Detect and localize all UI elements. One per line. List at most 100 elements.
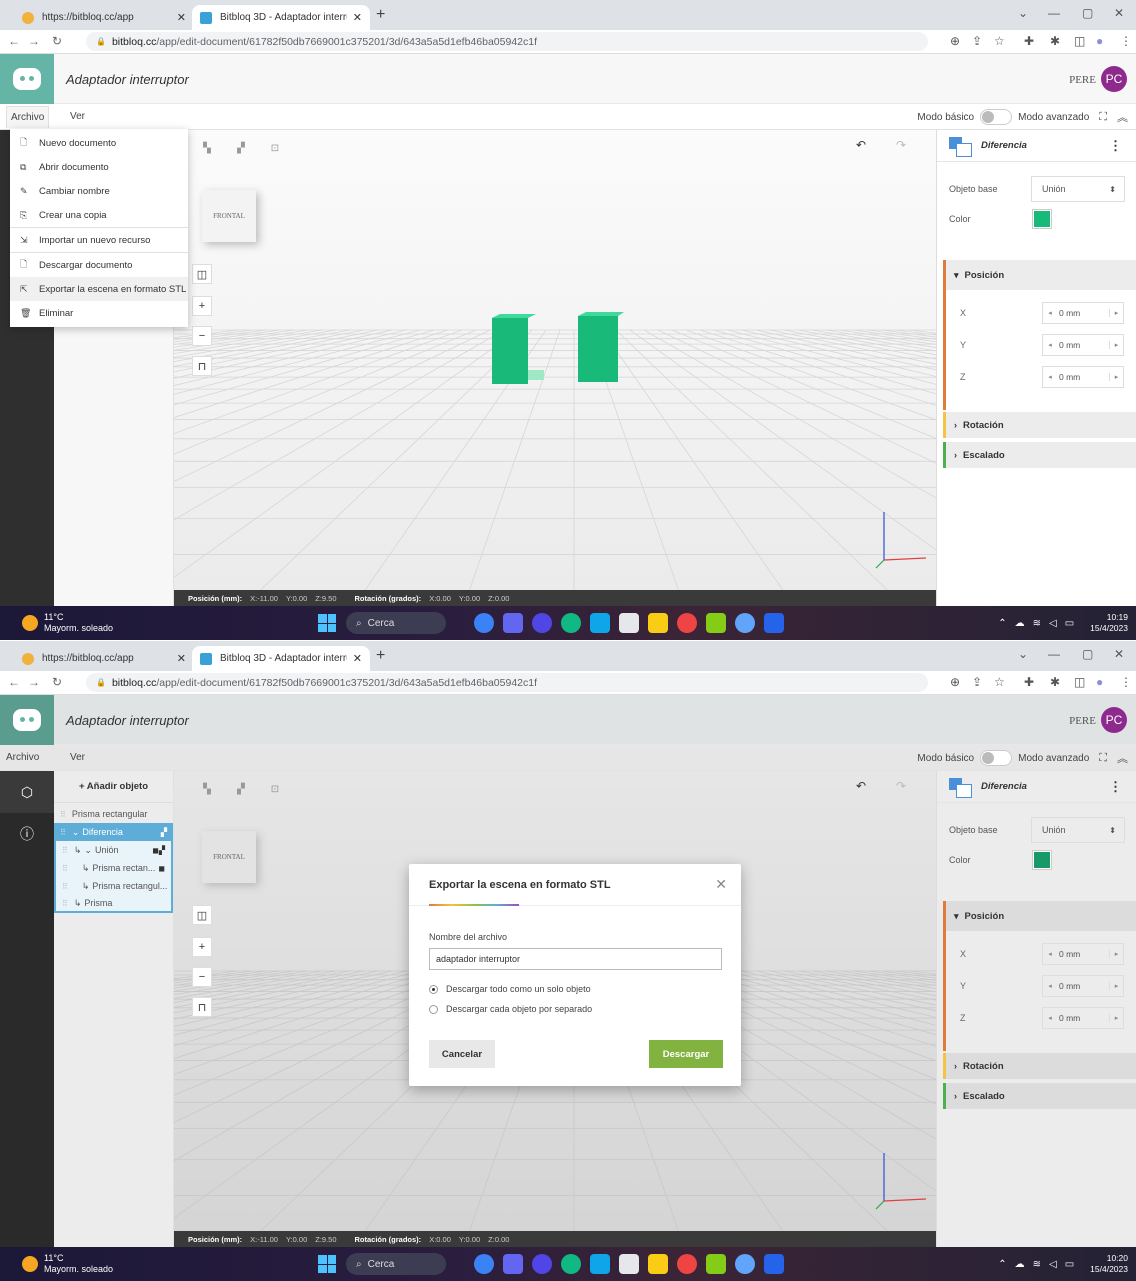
menu-item-eliminar[interactable]: 🗑 Eliminar (10, 301, 188, 325)
more-options-icon[interactable]: ⋮ (1109, 138, 1122, 154)
word-icon[interactable] (764, 1254, 784, 1274)
zoom-out-icon[interactable]: − (192, 326, 212, 346)
url-field[interactable]: 🔒 bitbloq.cc/app/edit-document/61782f50db… (86, 32, 928, 51)
bitbloq-logo[interactable] (0, 695, 54, 745)
mode-toggle[interactable] (980, 750, 1013, 766)
clock[interactable]: 10:20 15/4/2023 (1090, 1253, 1128, 1275)
zoom-icon[interactable]: ⊕ (950, 675, 960, 689)
mail-icon[interactable] (590, 1254, 610, 1274)
drag-handle-icon[interactable]: ⠿ (62, 899, 68, 908)
browser-tab-app[interactable]: https://bitbloq.cc/app ✕ (14, 5, 194, 30)
drag-handle-icon[interactable]: ⠿ (60, 810, 66, 819)
share-icon[interactable]: ⇪ (972, 34, 982, 48)
radio-unselected-icon[interactable] (429, 1004, 438, 1014)
extension-icon[interactable]: ✚ (1024, 675, 1034, 689)
redo-icon[interactable]: ↷ (896, 138, 906, 152)
section-posicion[interactable]: ▾ Posición (943, 901, 1136, 931)
new-tab-icon[interactable]: + (376, 647, 385, 665)
drag-handle-icon[interactable]: ⠿ (62, 864, 68, 873)
app1-icon[interactable] (474, 1254, 494, 1274)
chrome-menu-icon[interactable]: ⋮ (1120, 675, 1132, 689)
drag-handle-icon[interactable]: ⠿ (60, 828, 66, 837)
zoom-out-icon[interactable]: − (192, 967, 212, 987)
tray-expand-icon[interactable]: ⌃ (998, 618, 1006, 629)
zoom-in-icon[interactable]: + (192, 296, 212, 316)
word-icon[interactable] (764, 613, 784, 633)
ungroup-tool-icon[interactable]: ⊡ (264, 779, 286, 799)
info-icon[interactable]: ⓘ (0, 813, 54, 855)
decrement-icon[interactable]: ◂ (1043, 309, 1057, 317)
extension-icon[interactable]: ✚ (1024, 34, 1034, 48)
share-icon[interactable]: ⇪ (972, 675, 982, 689)
menu-ver[interactable]: Ver (70, 111, 85, 122)
chrome-menu-icon[interactable]: ⋮ (1120, 34, 1132, 48)
wifi-icon[interactable]: ≋ (1033, 618, 1041, 629)
restore-icon[interactable]: ▢ (1082, 647, 1093, 661)
forward-icon[interactable]: → (28, 675, 40, 689)
z-input[interactable]: ◂ 0 mm ▸ (1042, 366, 1124, 388)
hidden-icon[interactable]: ◼ (158, 864, 171, 873)
chrome-profile-icon[interactable] (735, 613, 755, 633)
zoom-in-icon[interactable]: + (192, 937, 212, 957)
taskbar-search[interactable]: ⌕ Cerca (346, 1253, 446, 1275)
weather-widget[interactable]: 11°C Mayorm. soleado (22, 1253, 113, 1275)
chevron-down-icon[interactable]: ⌄ (72, 827, 80, 838)
tab-close-icon[interactable]: ✕ (177, 11, 186, 24)
menu-item-crear-copia[interactable]: ⎘ Crear una copia (10, 203, 188, 227)
color-swatch[interactable] (1032, 850, 1052, 870)
menu-item-descargar-documento[interactable]: 🗋 Descargar documento (10, 253, 188, 277)
option-single-object[interactable]: Descargar todo como un solo objeto (429, 984, 591, 994)
increment-icon[interactable]: ▸ (1109, 309, 1123, 317)
browser-tab-bitbloq[interactable]: Bitbloq 3D - Adaptador interrupt ✕ (192, 646, 370, 671)
x-input[interactable]: ◂ 0 mm ▸ (1042, 943, 1124, 965)
app3-icon[interactable] (532, 1254, 552, 1274)
drag-handle-icon[interactable]: ⠿ (62, 846, 68, 855)
decrement-icon[interactable]: ◂ (1043, 373, 1057, 381)
tab-close-icon[interactable]: ✕ (177, 652, 186, 665)
app3-icon[interactable] (532, 613, 552, 633)
app2-icon[interactable] (503, 613, 523, 633)
chrome-icon[interactable] (677, 1254, 697, 1274)
avatar[interactable]: PC (1101, 66, 1127, 92)
browser-tab-app[interactable]: https://bitbloq.cc/app ✕ (14, 646, 194, 671)
paste-tool-icon[interactable]: ▞ (230, 138, 252, 158)
copy-tool-icon[interactable]: ▚ (196, 779, 218, 799)
section-escalado[interactable]: › Escalado (943, 1083, 1136, 1109)
tree-node-prisma[interactable]: ⠿ ↳ Prisma (54, 895, 173, 913)
section-escalado[interactable]: › Escalado (943, 442, 1136, 468)
calendar-icon[interactable] (706, 1254, 726, 1274)
menu-archivo[interactable]: Archivo (6, 752, 39, 763)
reload-icon[interactable]: ↻ (52, 34, 62, 48)
left-prism[interactable] (492, 318, 528, 384)
minimize-icon[interactable]: — (1048, 6, 1060, 20)
perspective-icon[interactable]: ◫ (192, 264, 212, 284)
tree-node-prisma-rectangular[interactable]: ⠿ Prisma rectangular (54, 805, 173, 823)
color-swatch[interactable] (1032, 209, 1052, 229)
3d-viewport[interactable]: ▚ ▞ ⊡ ↶ ↷ FRONTAL ◫ + − ⊓ (174, 130, 936, 606)
wifi-icon[interactable]: ≋ (1033, 1259, 1041, 1270)
forward-icon[interactable]: → (28, 34, 40, 48)
left-prism-top[interactable] (492, 314, 536, 318)
app1-icon[interactable] (474, 613, 494, 633)
tree-node-prisma-rectangul[interactable]: ⠿ ↳ Prisma rectangul... (54, 877, 173, 895)
close-icon[interactable]: ✕ (715, 876, 727, 893)
edge-icon[interactable] (561, 613, 581, 633)
option-separate-objects[interactable]: Descargar cada objeto por separado (429, 1004, 592, 1014)
battery-icon[interactable]: ▭ (1065, 1259, 1074, 1270)
edge-icon[interactable] (561, 1254, 581, 1274)
document-title[interactable]: Adaptador interruptor (66, 72, 189, 87)
menu-item-abrir-documento[interactable]: ⧉ Abrir documento (10, 155, 188, 179)
new-tab-icon[interactable]: + (376, 6, 385, 24)
close-window-icon[interactable]: ✕ (1114, 647, 1124, 661)
decrement-icon[interactable]: ◂ (1043, 950, 1057, 958)
add-object-button[interactable]: + Añadir objeto (54, 771, 173, 803)
drag-handle-icon[interactable]: ⠿ (62, 882, 68, 891)
sidepanel-icon[interactable]: ◫ (1074, 675, 1085, 689)
redo-icon[interactable]: ↷ (896, 779, 906, 793)
folder-icon[interactable] (648, 613, 668, 633)
volume-icon[interactable]: ◁ (1049, 1259, 1057, 1270)
bitbloq-logo[interactable] (0, 54, 54, 104)
fullscreen-icon[interactable]: ⛶ (1099, 752, 1107, 765)
weather-widget[interactable]: 11°C Mayorm. soleado (22, 612, 113, 634)
copy-tool-icon[interactable]: ▚ (196, 138, 218, 158)
